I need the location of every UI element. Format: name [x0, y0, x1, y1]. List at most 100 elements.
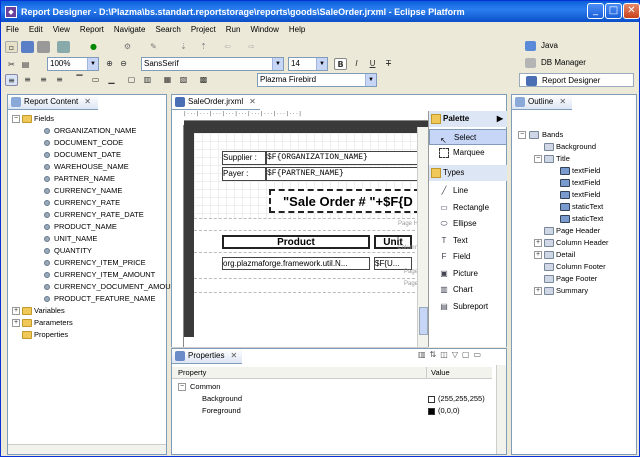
- menu-report[interactable]: Report: [75, 25, 109, 34]
- tab-outline[interactable]: Outline ✕: [512, 95, 572, 110]
- tree-field-item[interactable]: UNIT_NAME: [10, 233, 166, 245]
- zoom-out-icon[interactable]: ⊖: [117, 58, 130, 70]
- supplier-label[interactable]: Supplier :: [222, 151, 266, 165]
- menu-view[interactable]: View: [48, 25, 75, 34]
- payer-field[interactable]: $F{PARTNER_NAME}: [266, 167, 420, 181]
- tree-field-item[interactable]: PRODUCT_NAME: [10, 221, 166, 233]
- property-value[interactable]: (255,255,255): [438, 393, 485, 405]
- design-canvas[interactable]: | · · · | · · · | · · · | · · · | · · · …: [172, 111, 428, 358]
- palette-ellipse[interactable]: ⬭ Ellipse: [429, 216, 507, 232]
- title-band[interactable]: Supplier : $F{ORGANIZATION_NAME} Payer :…: [194, 133, 420, 219]
- palette-picture[interactable]: ▣ Picture: [429, 266, 507, 282]
- print-icon[interactable]: [57, 41, 70, 53]
- search-icon[interactable]: ✎: [147, 41, 160, 53]
- palette-marquee[interactable]: Marquee: [429, 145, 507, 161]
- close-tab-icon[interactable]: ✕: [249, 97, 256, 106]
- expand-icon[interactable]: +: [534, 251, 542, 259]
- page-header-band[interactable]: Page H: [194, 219, 420, 231]
- outline-item[interactable]: Column Footer: [514, 261, 634, 273]
- save-icon[interactable]: [21, 41, 34, 53]
- outline-item[interactable]: textField: [514, 189, 634, 201]
- tab-report-content[interactable]: Report Content ✕: [8, 95, 98, 110]
- palette-select[interactable]: ↖ Select: [429, 129, 507, 145]
- tree-field-item[interactable]: CURRENCY_DOCUMENT_AMOUN: [10, 281, 176, 293]
- tab-properties[interactable]: Properties ✕: [172, 349, 242, 364]
- forward-icon[interactable]: ⇨: [245, 41, 258, 53]
- strikethrough-button[interactable]: T: [382, 58, 395, 70]
- tree-parameters[interactable]: + Parameters: [10, 317, 166, 329]
- tree-field-item[interactable]: DOCUMENT_DATE: [10, 149, 166, 161]
- outline-item[interactable]: + Detail: [514, 249, 634, 261]
- run-icon[interactable]: ●: [87, 41, 100, 53]
- property-row[interactable]: Foreground (0,0,0): [172, 405, 492, 417]
- menu-help[interactable]: Help: [284, 25, 310, 34]
- palette-field[interactable]: F Field: [429, 249, 507, 265]
- outline-item[interactable]: staticText: [514, 201, 634, 213]
- outline-bands[interactable]: − Bands: [514, 129, 634, 141]
- menu-project[interactable]: Project: [186, 25, 221, 34]
- tree-field-item[interactable]: DOCUMENT_CODE: [10, 137, 166, 149]
- zoom-select[interactable]: 100% ▼: [47, 57, 99, 71]
- tree-field-item[interactable]: CURRENCY_ITEM_PRICE: [10, 257, 166, 269]
- foreground-color-icon[interactable]: ▦: [161, 74, 174, 86]
- palette-rectangle[interactable]: ▭ Rectangle: [429, 200, 507, 216]
- tree-field-item[interactable]: CURRENCY_RATE: [10, 197, 166, 209]
- underline-button[interactable]: U: [366, 58, 379, 70]
- tree-field-item[interactable]: PRODUCT_FEATURE_NAME: [10, 293, 166, 305]
- save-all-icon[interactable]: [37, 41, 50, 53]
- align-right-icon[interactable]: ≡: [37, 74, 50, 86]
- tree-field-item[interactable]: ORGANIZATION_NAME: [10, 125, 166, 137]
- tab-saleorder[interactable]: SaleOrder.jrxml ✕: [172, 95, 260, 110]
- open-type-icon[interactable]: ⚙: [121, 41, 134, 53]
- expand-icon[interactable]: +: [12, 319, 20, 327]
- collapse-icon[interactable]: −: [534, 155, 542, 163]
- property-value[interactable]: (0,0,0): [438, 405, 460, 417]
- tree-variables[interactable]: + Variables: [10, 305, 166, 317]
- outline-item[interactable]: + Column Header: [514, 237, 634, 249]
- bold-button[interactable]: B: [334, 58, 347, 70]
- border-icon[interactable]: ▢: [125, 74, 138, 86]
- align-bottom-icon[interactable]: ▁: [105, 74, 118, 86]
- menu-window[interactable]: Window: [245, 25, 283, 34]
- product-column-header[interactable]: Product: [222, 235, 370, 249]
- page-footer-band[interactable]: Page: [194, 279, 420, 293]
- menu-navigate[interactable]: Navigate: [109, 25, 151, 34]
- tree-field-item[interactable]: CURRENCY_ITEM_AMOUNT: [10, 269, 166, 281]
- close-tab-icon[interactable]: ✕: [84, 97, 91, 106]
- align-justify-icon[interactable]: ≡: [53, 74, 66, 86]
- palette-menu-icon[interactable]: ▶: [497, 111, 503, 127]
- next-annotation-icon[interactable]: ⇣: [177, 41, 190, 53]
- align-left-icon[interactable]: ≡: [5, 74, 18, 86]
- payer-label[interactable]: Payer :: [222, 167, 266, 181]
- tree-field-item[interactable]: QUANTITY: [10, 245, 166, 257]
- outline-item[interactable]: Page Footer: [514, 273, 634, 285]
- align-top-icon[interactable]: ▔: [73, 74, 86, 86]
- perspective-db-manager[interactable]: DB Manager: [519, 56, 634, 70]
- scrollbar-thumb[interactable]: [419, 307, 428, 335]
- palette-line[interactable]: ╱ Line: [429, 183, 507, 199]
- tree-properties[interactable]: Properties: [10, 329, 166, 341]
- collapse-icon[interactable]: −: [12, 115, 20, 123]
- background-color-icon[interactable]: ▧: [177, 74, 190, 86]
- palette-header[interactable]: Palette ▶: [429, 111, 507, 127]
- palette-chart[interactable]: ▥ Chart: [429, 282, 507, 298]
- prev-annotation-icon[interactable]: ⇡: [197, 41, 210, 53]
- outline-item[interactable]: Page Header: [514, 225, 634, 237]
- column-header-band[interactable]: Product Unit Column: [194, 231, 420, 253]
- title-field[interactable]: "Sale Order # "+$F{D: [269, 189, 420, 213]
- properties-toolbar[interactable]: ▥⇅◫▽▢▭: [418, 350, 504, 363]
- horizontal-scrollbar[interactable]: [8, 444, 166, 454]
- detail-band[interactable]: org.plazmaforge.framework.util.N... $F{U…: [194, 253, 420, 279]
- palette-types-header[interactable]: Types: [429, 165, 507, 181]
- outline-item[interactable]: staticText: [514, 213, 634, 225]
- font-family-select[interactable]: SansSerif ▼: [141, 57, 284, 71]
- menu-edit[interactable]: Edit: [24, 25, 48, 34]
- minimize-button[interactable]: _: [587, 3, 604, 19]
- font-size-select[interactable]: 14 ▼: [288, 57, 328, 71]
- zoom-in-icon[interactable]: ⊕: [103, 58, 116, 70]
- tree-field-item[interactable]: PARTNER_NAME: [10, 173, 166, 185]
- supplier-field[interactable]: $F{ORGANIZATION_NAME}: [266, 151, 420, 165]
- align-center-icon[interactable]: ≡: [21, 74, 34, 86]
- new-icon[interactable]: ▫: [5, 41, 18, 53]
- back-icon[interactable]: ⇦: [221, 41, 234, 53]
